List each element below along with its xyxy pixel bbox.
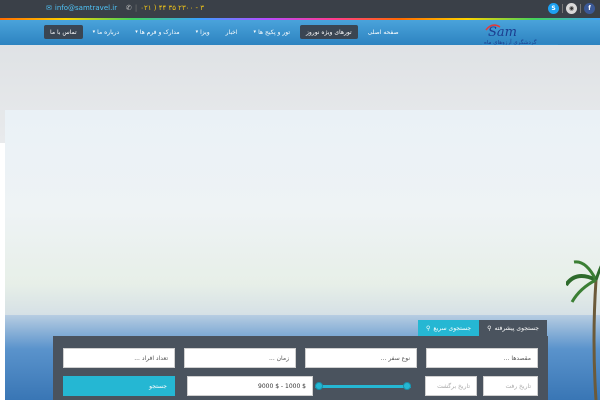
depart-date-field[interactable]: تاریخ رفت	[483, 376, 538, 396]
search-tabs: ⚲ جستجوی سریع ⚲ جستجوی پیشرفته	[418, 320, 547, 336]
phone-info: ✆ | ۰۲۱ ) ۴۴ ۳۵ ۲۳۰۰ - ۳	[126, 4, 204, 12]
phone-number: ۰۲۱ ) ۴۴ ۳۵ ۲۳۰۰ - ۳	[140, 4, 204, 12]
nav-item-about[interactable]: درباره ما	[87, 25, 126, 39]
skype-icon[interactable]: S	[548, 3, 559, 14]
main-navbar: تماس با ما درباره ما مدارک و فرم ها ویزا…	[0, 18, 600, 46]
sam-logo[interactable]: Sam گردشگری آرزوهای ماه	[480, 21, 562, 46]
nav-item-documents[interactable]: مدارک و فرم ها	[129, 25, 185, 39]
destinations-select[interactable]: ... مقصدها	[426, 348, 538, 368]
nav-item-contact[interactable]: تماس با ما	[44, 25, 83, 39]
facebook-icon[interactable]: f	[584, 3, 595, 14]
price-range-display: 9000 $ - 1000 $	[187, 376, 313, 396]
search-panel: ... تعداد افراد ... زمان ... نوع سفر ...…	[53, 336, 548, 400]
phone-icon: ✆	[126, 4, 132, 12]
time-select[interactable]: ... زمان	[184, 348, 296, 368]
top-info-bar: ✉ info@samtravel.ir ✆ | ۰۲۱ ) ۴۴ ۳۵ ۲۳۰۰…	[0, 0, 600, 18]
nav-item-nowruz-tours[interactable]: تورهای ویژه نوروز	[300, 25, 358, 39]
social-links: S ◉ f	[548, 3, 595, 14]
search-icon: ⚲	[487, 324, 492, 332]
return-date-field[interactable]: تاریخ برگشت	[425, 376, 477, 396]
palm-tree-image	[566, 260, 600, 400]
people-select[interactable]: ... تعداد افراد	[63, 348, 175, 368]
tab-advanced-label: جستجوی پیشرفته	[494, 324, 539, 332]
nav-menu: تماس با ما درباره ما مدارک و فرم ها ویزا…	[44, 25, 405, 39]
slider-track	[315, 385, 411, 388]
tab-quick-label: جستجوی سریع	[433, 324, 472, 332]
slider-max-handle[interactable]	[403, 382, 411, 390]
rss-icon[interactable]: ◉	[566, 3, 577, 14]
separator: |	[134, 4, 138, 12]
slider-min-handle[interactable]	[315, 382, 323, 390]
trip-type-select[interactable]: ... نوع سفر	[305, 348, 417, 368]
nav-item-home[interactable]: صفحه اصلی	[362, 25, 405, 39]
tab-quick-search[interactable]: ⚲ جستجوی سریع	[418, 320, 480, 336]
search-icon: ⚲	[426, 324, 431, 332]
logo-brand: Sam	[488, 25, 517, 40]
divider	[562, 4, 563, 13]
search-button[interactable]: جستجو	[63, 376, 175, 396]
divider	[580, 4, 581, 13]
envelope-icon: ✉	[46, 4, 52, 12]
price-range-slider[interactable]	[315, 382, 411, 390]
email-text: info@samtravel.ir	[54, 4, 118, 12]
tab-advanced-search[interactable]: ⚲ جستجوی پیشرفته	[479, 320, 547, 336]
nav-item-news[interactable]: اخبار	[220, 25, 244, 39]
nav-item-tours[interactable]: تور و پکیج ها	[248, 25, 296, 39]
nav-item-visa[interactable]: ویزا	[190, 25, 216, 39]
email-link[interactable]: ✉ info@samtravel.ir	[46, 4, 117, 12]
